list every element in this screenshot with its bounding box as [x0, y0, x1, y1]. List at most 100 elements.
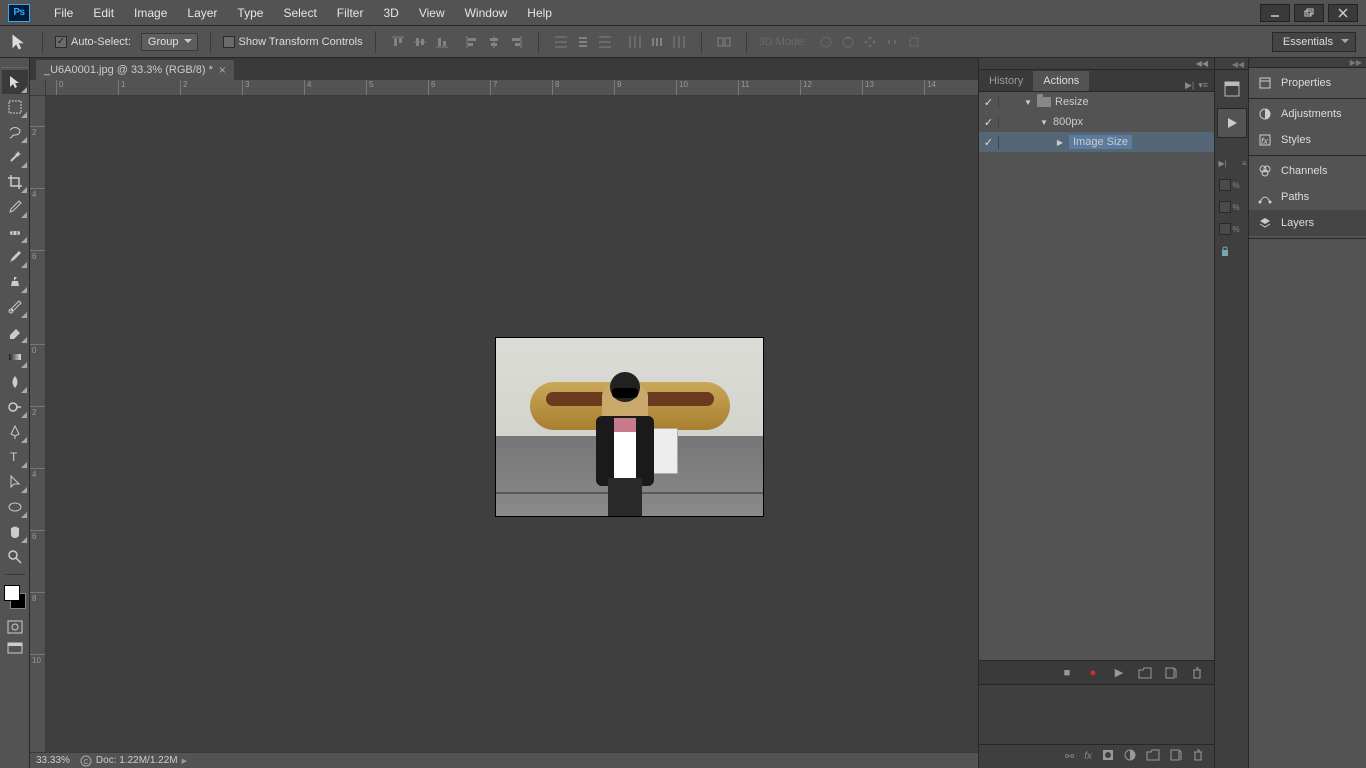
toggle-check-icon[interactable]: ✓	[979, 116, 999, 129]
horizontal-ruler[interactable]: 0 1 2 3 4 5 6 7 8 9 10 11 12 13 14	[46, 80, 978, 96]
stop-button-icon[interactable]: ■	[1060, 666, 1074, 680]
new-layer-icon[interactable]	[1170, 749, 1182, 764]
layers-panel-button[interactable]: Layers	[1249, 210, 1366, 236]
distribute-hcenter-icon[interactable]	[647, 32, 667, 52]
strip-lock-row[interactable]	[1217, 240, 1247, 262]
action-step-row[interactable]: ✓ ▶ Image Size	[979, 132, 1214, 152]
align-vcenter-icon[interactable]	[410, 32, 430, 52]
toggle-check-icon[interactable]: ✓	[979, 96, 999, 109]
3d-roll-icon[interactable]	[838, 32, 858, 52]
menu-window[interactable]: Window	[455, 2, 518, 24]
3d-scale-icon[interactable]	[904, 32, 924, 52]
distribute-right-icon[interactable]	[669, 32, 689, 52]
align-top-icon[interactable]	[388, 32, 408, 52]
move-tool[interactable]	[2, 70, 28, 94]
doc-size-info[interactable]: Doc: 1.22M/1.22M	[96, 755, 178, 766]
strip-shortcut-1[interactable]: ▶|≡	[1217, 152, 1247, 174]
strip-row-2[interactable]: %	[1217, 196, 1247, 218]
strip-row-1[interactable]: %	[1217, 174, 1247, 196]
clone-stamp-tool[interactable]	[2, 270, 28, 294]
window-restore-button[interactable]	[1294, 4, 1324, 22]
distribute-vcenter-icon[interactable]	[573, 32, 593, 52]
strip-row-3[interactable]: %	[1217, 218, 1247, 240]
path-selection-tool[interactable]	[2, 470, 28, 494]
auto-select-checkbox[interactable]: Auto-Select:	[55, 36, 131, 48]
eraser-tool[interactable]	[2, 320, 28, 344]
fx-icon[interactable]: fx	[1084, 751, 1092, 762]
type-tool[interactable]: T	[2, 445, 28, 469]
window-close-button[interactable]	[1328, 4, 1358, 22]
window-minimize-button[interactable]	[1260, 4, 1290, 22]
quick-mask-toggle[interactable]	[2, 617, 28, 637]
new-action-icon[interactable]	[1164, 666, 1178, 680]
workspace-switcher-dropdown[interactable]: Essentials	[1272, 32, 1356, 52]
3d-pan-icon[interactable]	[860, 32, 880, 52]
dock-collapse-toggle[interactable]: ◀◀	[979, 58, 1214, 70]
history-brush-tool[interactable]	[2, 295, 28, 319]
close-icon[interactable]: ×	[219, 63, 226, 77]
trash-icon[interactable]	[1192, 749, 1204, 764]
lasso-tool[interactable]	[2, 120, 28, 144]
3d-slide-icon[interactable]	[882, 32, 902, 52]
toolbox-grip[interactable]	[2, 60, 28, 68]
actions-tab[interactable]: Actions	[1033, 71, 1089, 91]
actions-play-strip-icon[interactable]	[1217, 108, 1247, 138]
dodge-tool[interactable]	[2, 395, 28, 419]
menu-layer[interactable]: Layer	[177, 2, 227, 24]
align-left-icon[interactable]	[462, 32, 482, 52]
action-row[interactable]: ✓ ▼ 800px	[979, 112, 1214, 132]
align-hcenter-icon[interactable]	[484, 32, 504, 52]
move-tool-indicator-icon[interactable]	[10, 32, 30, 52]
blur-tool[interactable]	[2, 370, 28, 394]
show-transform-checkbox[interactable]: Show Transform Controls	[223, 36, 363, 48]
menu-image[interactable]: Image	[124, 2, 177, 24]
chevron-down-icon[interactable]: ▼	[1039, 117, 1049, 127]
menu-select[interactable]: Select	[273, 2, 326, 24]
crop-tool[interactable]	[2, 170, 28, 194]
zoom-level[interactable]: 33.33%	[36, 755, 70, 766]
canvas[interactable]	[46, 96, 978, 752]
menu-view[interactable]: View	[409, 2, 455, 24]
foreground-color[interactable]	[4, 585, 20, 601]
3d-orbit-icon[interactable]	[816, 32, 836, 52]
menu-3d[interactable]: 3D	[373, 2, 408, 24]
align-right-icon[interactable]	[506, 32, 526, 52]
menu-help[interactable]: Help	[517, 2, 562, 24]
properties-panel-button[interactable]: Properties	[1249, 70, 1366, 96]
align-bottom-icon[interactable]	[432, 32, 452, 52]
pen-tool[interactable]	[2, 420, 28, 444]
action-set-row[interactable]: ✓ ▼ Resize	[979, 92, 1214, 112]
screen-mode-toggle[interactable]	[2, 639, 28, 659]
styles-panel-button[interactable]: fx Styles	[1249, 127, 1366, 153]
color-swatches[interactable]	[2, 583, 28, 611]
chevron-right-icon[interactable]: ▶	[182, 757, 187, 765]
adjustment-icon[interactable]	[1124, 749, 1136, 764]
chevron-right-icon[interactable]: ▶|	[1185, 80, 1194, 91]
link-icon[interactable]: ⚯	[1065, 750, 1074, 763]
new-set-icon[interactable]	[1138, 666, 1152, 680]
record-button-icon[interactable]: ●	[1086, 666, 1100, 680]
strip-collapse-toggle[interactable]: ◀◀	[1215, 60, 1248, 70]
chevron-right-icon[interactable]: ▶	[1055, 137, 1065, 147]
paths-panel-button[interactable]: Paths	[1249, 184, 1366, 210]
group-icon[interactable]	[1146, 749, 1160, 764]
ruler-origin[interactable]	[30, 80, 46, 96]
magic-wand-tool[interactable]	[2, 145, 28, 169]
shape-tool[interactable]	[2, 495, 28, 519]
zoom-tool[interactable]	[2, 545, 28, 569]
gradient-tool[interactable]	[2, 345, 28, 369]
trash-icon[interactable]	[1190, 666, 1204, 680]
adjustments-panel-button[interactable]: Adjustments	[1249, 101, 1366, 127]
play-button-icon[interactable]: ▶	[1112, 666, 1126, 680]
history-tab[interactable]: History	[979, 71, 1033, 91]
channels-panel-button[interactable]: Channels	[1249, 158, 1366, 184]
marquee-tool[interactable]	[2, 95, 28, 119]
history-strip-icon[interactable]	[1217, 74, 1247, 104]
distribute-left-icon[interactable]	[625, 32, 645, 52]
right-dock-collapse-toggle[interactable]: ▶▶	[1249, 58, 1366, 68]
menu-file[interactable]: File	[44, 2, 83, 24]
document-tab[interactable]: _U6A0001.jpg @ 33.3% (RGB/8) * ×	[36, 60, 234, 80]
menu-edit[interactable]: Edit	[83, 2, 124, 24]
distribute-top-icon[interactable]	[551, 32, 571, 52]
auto-align-icon[interactable]	[714, 32, 734, 52]
